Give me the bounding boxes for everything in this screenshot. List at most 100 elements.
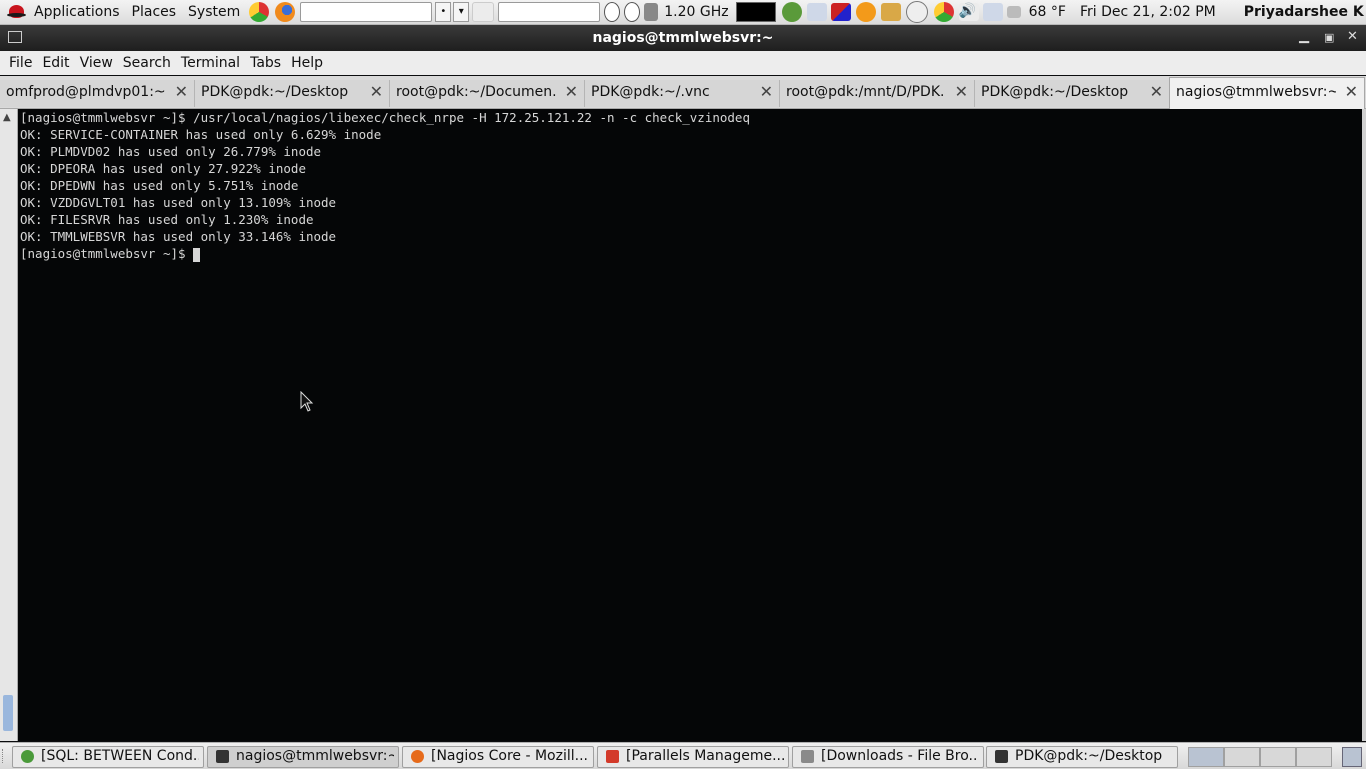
terminal-prompt-line: [nagios@tmmlwebsvr ~]$ bbox=[20, 245, 201, 262]
network-tools-icon[interactable] bbox=[806, 3, 827, 21]
taskbar-item[interactable]: PDK@pdk:~/Desktop bbox=[986, 746, 1178, 768]
flag-app-icon[interactable] bbox=[830, 3, 851, 21]
user-name[interactable]: Priyadarshee K bbox=[1244, 4, 1364, 20]
chrome-icon bbox=[21, 750, 34, 763]
firefox-launcher-icon[interactable] bbox=[275, 2, 296, 22]
tab-close-icon[interactable]: ✕ bbox=[1345, 82, 1358, 101]
tab-close-icon[interactable]: ✕ bbox=[175, 82, 188, 101]
menu-help[interactable]: Help bbox=[291, 55, 323, 71]
taskbar-item[interactable]: [Parallels Manageme... bbox=[597, 746, 789, 768]
terminal-line: OK: PLMDVD02 has used only 26.779% inode bbox=[20, 144, 322, 159]
globe-icon[interactable] bbox=[781, 2, 802, 22]
battery-icon bbox=[644, 3, 659, 21]
dictionary-input[interactable] bbox=[498, 2, 601, 22]
weather-icon bbox=[1006, 6, 1021, 18]
dictionary-icon[interactable] bbox=[472, 2, 495, 22]
terminal-line: OK: VZDDGVLT01 has used only 13.109% ino… bbox=[20, 195, 337, 210]
tab-terminal[interactable]: root@pdk:~/Documen... ✕ bbox=[390, 80, 585, 107]
window-titlebar[interactable]: nagios@tmmlwebsvr:~ ▁ ▣ ✕ bbox=[0, 25, 1366, 51]
workspace-3[interactable] bbox=[1260, 747, 1296, 767]
tab-terminal-active[interactable]: nagios@tmmlwebsvr:~ ✕ bbox=[1169, 77, 1365, 109]
taskbar-handle bbox=[2, 749, 7, 763]
tab-terminal[interactable]: PDK@pdk:~/.vnc ✕ bbox=[585, 80, 780, 107]
tab-close-icon[interactable]: ✕ bbox=[955, 82, 968, 101]
tab-close-icon[interactable]: ✕ bbox=[565, 82, 578, 101]
mouse-pointer-icon bbox=[300, 391, 314, 412]
tab-close-icon[interactable]: ✕ bbox=[1150, 82, 1163, 101]
tab-close-icon[interactable]: ✕ bbox=[760, 82, 773, 101]
weather-temperature[interactable]: 68 °F bbox=[1029, 4, 1066, 20]
workspace-2[interactable] bbox=[1224, 747, 1260, 767]
text-cursor bbox=[193, 247, 201, 262]
taskbar-item-label: nagios@tmmlwebsvr:~ bbox=[236, 748, 394, 764]
menu-search[interactable]: Search bbox=[123, 55, 171, 71]
menu-edit[interactable]: Edit bbox=[42, 55, 69, 71]
taskbar-item-label: [Downloads - File Bro... bbox=[821, 748, 979, 764]
window-right-border bbox=[1362, 109, 1366, 741]
terminal-line: OK: DPEDWN has used only 5.751% inode bbox=[20, 178, 299, 193]
tab-label: root@pdk:/mnt/D/PDK... bbox=[786, 84, 946, 100]
tab-label: PDK@pdk:~/.vnc bbox=[591, 84, 710, 100]
clock[interactable]: Fri Dec 21, 2:02 PM bbox=[1080, 4, 1216, 20]
scroll-up-arrow-icon[interactable]: ▲ bbox=[3, 112, 11, 123]
menu-terminal[interactable]: Terminal bbox=[181, 55, 240, 71]
tab-label: nagios@tmmlwebsvr:~ bbox=[1176, 84, 1336, 100]
network-icon[interactable] bbox=[982, 3, 1003, 21]
taskbar-item-active[interactable]: nagios@tmmlwebsvr:~ bbox=[207, 746, 399, 768]
workspace-4[interactable] bbox=[1296, 747, 1332, 767]
taskbar-item[interactable]: [Nagios Core - Mozill... bbox=[402, 746, 594, 768]
taskbar-item-label: [SQL: BETWEEN Cond... bbox=[41, 748, 199, 764]
trash-icon[interactable] bbox=[1342, 747, 1362, 767]
terminal-prompt: [nagios@tmmlwebsvr ~]$ bbox=[20, 246, 194, 261]
system-menu[interactable]: System bbox=[188, 4, 240, 20]
tab-terminal[interactable]: PDK@pdk:~/Desktop ✕ bbox=[195, 80, 390, 107]
panel-dropdown-button[interactable]: ▾ bbox=[453, 2, 470, 22]
tab-label: PDK@pdk:~/Desktop bbox=[981, 84, 1129, 100]
minimize-icon[interactable]: ▁ bbox=[1299, 29, 1309, 44]
terminal-line: OK: SERVICE-CONTAINER has used only 6.62… bbox=[20, 127, 382, 142]
terminal-line-command: [nagios@tmmlwebsvr ~]$ /usr/local/nagios… bbox=[20, 110, 750, 125]
taskbar-item-label: [Nagios Core - Mozill... bbox=[431, 748, 588, 764]
panel-search-input[interactable] bbox=[300, 2, 433, 22]
tab-terminal[interactable]: omfprod@plmdvp01:~... ✕ bbox=[0, 80, 195, 107]
clock-dial-icon[interactable] bbox=[905, 1, 928, 23]
taskbar-item-label: PDK@pdk:~/Desktop bbox=[1015, 748, 1163, 764]
tab-close-icon[interactable]: ✕ bbox=[370, 82, 383, 101]
tab-terminal[interactable]: root@pdk:/mnt/D/PDK... ✕ bbox=[780, 80, 975, 107]
terminal-line: OK: TMMLWEBSVR has used only 33.146% ino… bbox=[20, 229, 337, 244]
tab-label: PDK@pdk:~/Desktop bbox=[201, 84, 349, 100]
terminal-line: OK: FILESRVR has used only 1.230% inode bbox=[20, 212, 314, 227]
menu-view[interactable]: View bbox=[80, 55, 113, 71]
taskbar-item[interactable]: [SQL: BETWEEN Cond... bbox=[12, 746, 204, 768]
volume-icon[interactable]: 🔊 bbox=[958, 3, 979, 21]
terminal-scrollbar[interactable]: ▲ bbox=[0, 109, 18, 741]
chrome-launcher-icon[interactable] bbox=[249, 2, 270, 22]
scrollbar-thumb[interactable] bbox=[3, 695, 13, 731]
maximize-icon[interactable]: ▣ bbox=[1324, 31, 1334, 44]
tab-label: root@pdk:~/Documen... bbox=[396, 84, 556, 100]
firefox-icon bbox=[411, 750, 424, 763]
redhat-logo-icon[interactable] bbox=[6, 2, 28, 22]
terminal-line: OK: DPEORA has used only 27.922% inode bbox=[20, 161, 306, 176]
terminal-tabbar: omfprod@plmdvp01:~... ✕ PDK@pdk:~/Deskto… bbox=[0, 76, 1366, 109]
panel-dot-button[interactable]: • bbox=[435, 2, 452, 22]
terminal-icon bbox=[995, 750, 1008, 763]
menu-tabs[interactable]: Tabs bbox=[250, 55, 281, 71]
tab-terminal[interactable]: PDK@pdk:~/Desktop ✕ bbox=[975, 80, 1170, 107]
applications-menu[interactable]: Applications bbox=[34, 4, 120, 20]
workspace-1[interactable] bbox=[1188, 747, 1224, 767]
eyes-applet-icon-2 bbox=[624, 2, 641, 22]
window-title: nagios@tmmlwebsvr:~ bbox=[592, 30, 774, 46]
menu-file[interactable]: File bbox=[9, 55, 32, 71]
terminal-menubar: File Edit View Search Terminal Tabs Help bbox=[0, 51, 1366, 75]
package-icon[interactable] bbox=[880, 3, 901, 21]
sun-icon[interactable] bbox=[855, 2, 876, 22]
close-icon[interactable]: ✕ bbox=[1347, 29, 1358, 44]
terminal-output[interactable]: [nagios@tmmlwebsvr ~]$ /usr/local/nagios… bbox=[18, 109, 1362, 741]
taskbar-item[interactable]: [Downloads - File Bro... bbox=[792, 746, 984, 768]
system-monitor-graph[interactable] bbox=[735, 2, 776, 22]
eyes-applet-icon bbox=[604, 2, 621, 22]
chrome-launcher-icon-2[interactable] bbox=[933, 2, 954, 22]
bottom-taskbar: [SQL: BETWEEN Cond... nagios@tmmlwebsvr:… bbox=[0, 742, 1366, 769]
places-menu[interactable]: Places bbox=[132, 4, 177, 20]
